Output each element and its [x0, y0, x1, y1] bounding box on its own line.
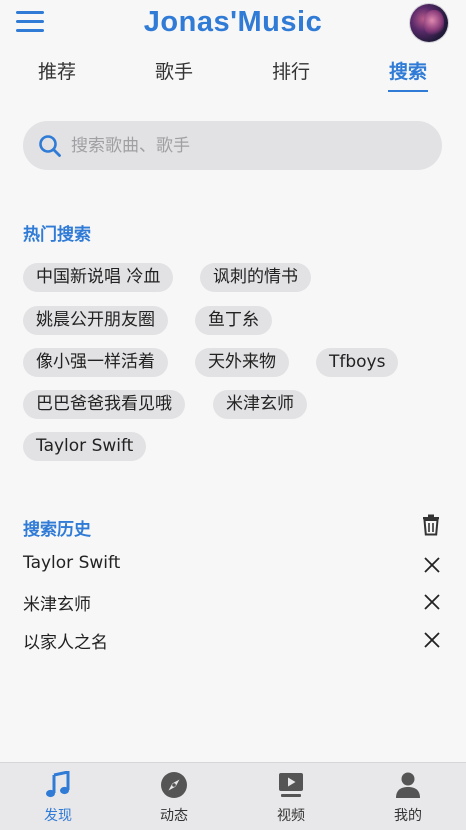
close-icon[interactable] [423, 556, 441, 574]
music-note-icon [46, 771, 70, 798]
tab-singers[interactable]: 歌手 [134, 56, 214, 92]
nav-label: 我的 [394, 808, 422, 824]
compass-icon [161, 772, 187, 798]
close-icon[interactable] [423, 631, 441, 649]
history-item-label: Taylor Swift [23, 553, 121, 573]
nav-label: 动态 [160, 808, 188, 824]
nav-label: 发现 [44, 808, 72, 824]
nav-mine[interactable]: 我的 [350, 763, 466, 830]
tab-recommend[interactable]: 推荐 [17, 56, 97, 92]
tab-ranking[interactable]: 排行 [251, 56, 331, 92]
user-icon [396, 772, 420, 798]
hot-tag[interactable]: 像小强一样活着 [23, 348, 168, 377]
history-item[interactable]: 米津玄师 [23, 588, 443, 618]
nav-discover[interactable]: 发现 [0, 763, 116, 830]
history-item-label: 以家人之名 [23, 633, 108, 653]
video-play-icon [279, 773, 303, 797]
hot-search-title: 热门搜索 [23, 225, 91, 245]
hot-tag[interactable]: 米津玄师 [213, 390, 307, 419]
bottom-nav: 发现 动态 视频 我的 [0, 762, 466, 830]
history-item-label: 米津玄师 [23, 595, 91, 615]
hot-tag[interactable]: Taylor Swift [23, 432, 147, 461]
history-item[interactable]: Taylor Swift [23, 551, 443, 581]
user-avatar[interactable] [410, 4, 448, 42]
history-item[interactable]: 以家人之名 [23, 626, 443, 656]
hot-tag[interactable]: 鱼丁糸 [195, 306, 272, 335]
hot-tag[interactable]: Tfboys [316, 348, 399, 377]
hot-tag[interactable]: 天外来物 [195, 348, 289, 377]
app-header: Jonas'Music [0, 0, 466, 48]
search-icon [39, 135, 61, 157]
search-input[interactable] [71, 121, 421, 170]
close-icon[interactable] [423, 593, 441, 611]
top-tabs: 推荐 歌手 排行 搜索 [0, 56, 466, 96]
hot-tag[interactable]: 姚晨公开朋友圈 [23, 306, 168, 335]
nav-video[interactable]: 视频 [233, 763, 349, 830]
nav-label: 视频 [277, 808, 305, 824]
nav-feed[interactable]: 动态 [116, 763, 232, 830]
hot-tag[interactable]: 讽刺的情书 [200, 263, 311, 292]
hot-tag[interactable]: 中国新说唱 冷血 [23, 263, 174, 292]
app-title: Jonas'Music [143, 6, 323, 38]
trash-icon[interactable] [421, 514, 441, 540]
tab-search[interactable]: 搜索 [368, 56, 448, 92]
hot-tag[interactable]: 巴巴爸爸我看见哦 [23, 390, 185, 419]
search-history-title: 搜索历史 [23, 520, 91, 540]
search-bar[interactable] [23, 121, 442, 170]
